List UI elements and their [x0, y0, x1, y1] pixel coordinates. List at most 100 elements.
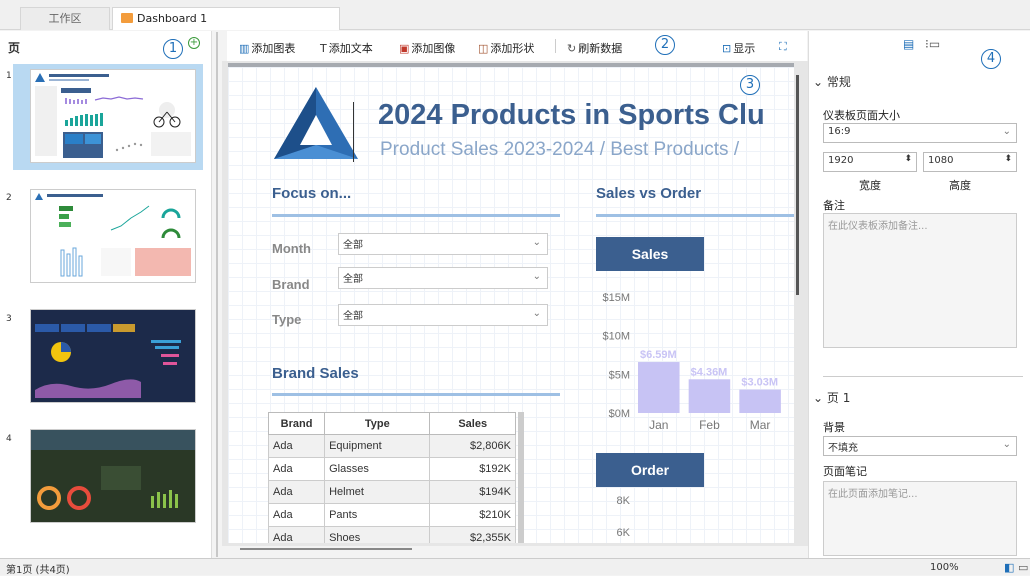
height-input[interactable]: 1080 ⬍ [923, 152, 1017, 172]
tab-dashboard[interactable]: Dashboard 1 [112, 7, 340, 30]
section-divider [823, 376, 1023, 377]
page-note-label: 页面笔记 [823, 465, 867, 478]
month-select[interactable]: 全部 ⌄ [338, 233, 548, 255]
add-shape-button[interactable]: ◫ 添加形状 [478, 40, 534, 56]
sales-vs-order-underline [596, 214, 794, 217]
type-select[interactable]: 全部 ⌄ [338, 304, 548, 326]
page-size-select[interactable]: 16:9 ⌄ [823, 123, 1017, 143]
page-thumbnail-3[interactable] [30, 309, 196, 403]
column-header[interactable]: Brand [267, 412, 326, 435]
spinner-icon[interactable]: ⬍ [904, 154, 912, 164]
page-thumbnail-4[interactable] [30, 429, 196, 523]
page-note-textarea[interactable]: 在此页面添加笔记... [823, 481, 1017, 556]
order-bar-chart: 8K 6K [617, 495, 631, 539]
display-button[interactable]: ⊡ 显示 [722, 40, 755, 56]
note-textarea[interactable]: 在此仪表板添加备注... [823, 213, 1017, 348]
cell-brand: Ada [267, 526, 326, 543]
chevron-down-icon: ⌄ [532, 308, 541, 319]
data-label: $6.59M [640, 349, 677, 361]
data-label: $4.36M [691, 366, 728, 378]
data-label: $3.03M [741, 377, 778, 389]
thumbnail-preview [35, 324, 181, 398]
table-row[interactable]: Ada Shoes $2,355K [267, 526, 516, 543]
plus-circle-icon[interactable]: + [188, 37, 200, 49]
y-tick-label: $15M [602, 292, 630, 304]
cell-brand: Ada [267, 434, 326, 458]
page-thumbnail-1[interactable] [30, 69, 196, 163]
thumbnail-number: 4 [6, 434, 12, 444]
table-row[interactable]: Ada Glasses $192K [267, 457, 516, 481]
cell-type: Glasses [324, 457, 431, 481]
chevron-down-icon: ⌄ [532, 271, 541, 282]
height-label: 高度 [949, 179, 971, 192]
page-section-toggle[interactable]: ⌄ 页 1 [813, 389, 850, 406]
cell-sales: $194K [429, 480, 516, 504]
page-size-label: 仪表板页面大小 [823, 109, 900, 122]
table-row[interactable]: Ada Equipment $2,806K [267, 434, 516, 458]
y-tick-label: $5M [609, 369, 630, 381]
properties-panel: ▤ ⁝▭ 4 ⌄ 常规 仪表板页面大小 16:9 ⌄ 1920 ⬍ 1080 ⬍ 宽度… [808, 31, 1030, 558]
cell-sales: $210K [429, 503, 516, 527]
chevron-down-icon: ⌄ [813, 75, 827, 89]
callout-1: 1 [163, 39, 183, 59]
background-label: 背景 [823, 421, 845, 434]
table-scrollbar[interactable] [518, 412, 524, 543]
table-row[interactable]: Ada Helmet $194K [267, 480, 516, 504]
cell-brand: Ada [267, 480, 326, 504]
dashboard-page: 2024 Products in Sports Clu Product Sale… [228, 63, 794, 543]
display-icon: ⊡ [722, 42, 732, 55]
status-bar: 第1页 (共4页) 100% ◧ ▭ [0, 558, 1030, 576]
layout-view-icon[interactable]: ▭ [1018, 561, 1028, 574]
focus-underline [272, 214, 560, 217]
canvas-vertical-scrollbar[interactable] [796, 75, 799, 295]
add-image-button[interactable]: ▣ 添加图像 [399, 40, 455, 56]
filter-label-month: Month [272, 241, 311, 256]
general-section-toggle[interactable]: ⌄ 常规 [813, 73, 851, 90]
thumbnail-preview [35, 73, 191, 158]
properties-tab-icon[interactable]: ▤ [903, 37, 914, 51]
chevron-down-icon: ⌄ [1002, 439, 1011, 450]
thumbnail-preview [31, 430, 195, 510]
sports-logo-icon [274, 87, 358, 159]
canvas-horizontal-scrollbar[interactable] [240, 548, 412, 550]
tab-workspace[interactable]: 工作区 [20, 7, 110, 30]
callout-3: 3 [740, 75, 760, 95]
toolbar-divider [555, 39, 556, 53]
image-icon: ▣ [399, 42, 410, 55]
toolbar: ▥ 添加图表 T 添加文本 ▣ 添加图像 ◫ 添加形状 ↻ 刷新数据 2 ⊡ 显示 ⛶ [227, 31, 807, 61]
note-label: 备注 [823, 199, 845, 212]
page-thumbnail-2[interactable] [30, 189, 196, 283]
cell-type: Pants [324, 503, 431, 527]
fullscreen-icon[interactable]: ⛶ [779, 40, 787, 54]
y-tick-label: $0M [609, 408, 630, 420]
y-tick-label: 8K [617, 495, 631, 507]
bar [688, 379, 731, 413]
brand-sales-title: Brand Sales [272, 365, 359, 382]
pages-panel-title: 页 [8, 41, 21, 55]
add-chart-button[interactable]: ▥ 添加图表 [239, 40, 295, 56]
refresh-data-button[interactable]: ↻ 刷新数据 [567, 40, 622, 56]
thumbnail-number: 1 [6, 71, 12, 81]
table-row[interactable]: Ada Pants $210K [267, 503, 516, 527]
thumbnail-number: 3 [6, 314, 12, 324]
page-info: 第1页 (共4页) [6, 565, 70, 576]
panel-splitter[interactable] [216, 32, 218, 557]
tab-bar: 工作区 Dashboard 1 [0, 0, 1030, 30]
y-tick-label: 6K [617, 527, 631, 539]
focus-title: Focus on... [272, 185, 352, 202]
page-subtitle: Product Sales 2023-2024 / Best Products … [380, 139, 740, 160]
title-divider [353, 102, 354, 162]
brand-select[interactable]: 全部 ⌄ [338, 267, 548, 289]
column-header[interactable]: Sales [429, 412, 516, 435]
zoom-level[interactable]: 100% [930, 562, 959, 573]
brand-sales-underline [272, 393, 560, 396]
cell-sales: $2,355K [429, 526, 516, 543]
width-input[interactable]: 1920 ⬍ [823, 152, 917, 172]
page-view-icon[interactable]: ◧ [1004, 561, 1014, 574]
thumbnail-preview [35, 193, 191, 277]
background-select[interactable]: 不填充 ⌄ [823, 436, 1017, 456]
layout-tab-icon[interactable]: ⁝▭ [925, 37, 940, 51]
spinner-icon[interactable]: ⬍ [1004, 154, 1012, 164]
column-header[interactable]: Type [324, 412, 431, 435]
add-text-button[interactable]: T 添加文本 [320, 40, 373, 56]
